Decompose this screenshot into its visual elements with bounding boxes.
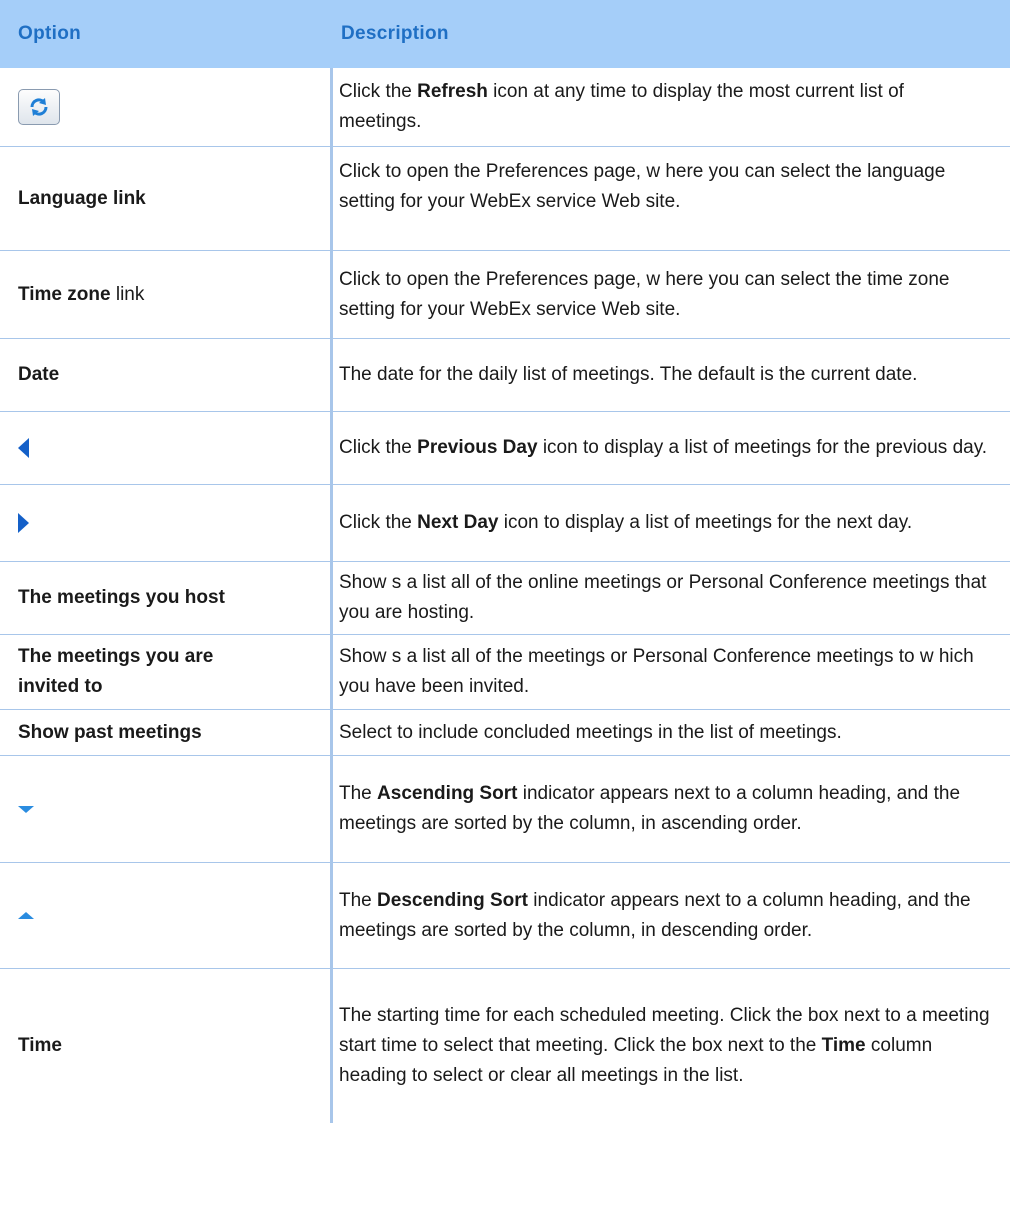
description-text: Click the Previous Day icon to display a… xyxy=(339,437,988,458)
description-cell: Click to open the Preferences page, w he… xyxy=(333,147,1010,250)
show-past-meetings-label: Show past meetings xyxy=(18,721,202,743)
option-column-header: Option xyxy=(18,23,82,44)
description-cell: Click the Previous Day icon to display a… xyxy=(333,412,1010,484)
refresh-icon[interactable] xyxy=(18,89,60,125)
options-table: Option Description Click the Refresh ico… xyxy=(0,0,1010,1123)
table-row: The Ascending Sort indicator appears nex… xyxy=(0,756,1010,863)
description-text: The Ascending Sort indicator appears nex… xyxy=(339,783,961,834)
description-cell: Click the Refresh icon at any time to di… xyxy=(333,68,1010,146)
language-link[interactable]: Language link xyxy=(18,188,146,210)
table-row: Language link Click to open the Preferen… xyxy=(0,147,1010,251)
table-row: Click the Previous Day icon to display a… xyxy=(0,412,1010,485)
descending-sort-icon xyxy=(18,912,34,919)
table-header-row: Option Description xyxy=(0,0,1010,68)
option-cell: Date xyxy=(0,339,333,411)
description-text: The date for the daily list of meetings.… xyxy=(339,364,918,385)
description-cell: The Descending Sort indicator appears ne… xyxy=(333,863,1010,968)
next-day-icon[interactable] xyxy=(18,513,29,533)
description-cell: The starting time for each scheduled mee… xyxy=(333,969,1010,1123)
meetings-you-host-label: The meetings you host xyxy=(18,587,225,608)
table-row: The meetings you host Show s a list all … xyxy=(0,562,1010,635)
table-row: The Descending Sort indicator appears ne… xyxy=(0,863,1010,969)
option-cell: Language link xyxy=(0,147,333,250)
table-row: The meetings you are invited to Show s a… xyxy=(0,635,1010,710)
description-cell: Click the Next Day icon to display a lis… xyxy=(333,485,1010,561)
description-column-header: Description xyxy=(341,23,449,44)
option-cell xyxy=(0,68,333,146)
description-text: Click the Next Day icon to display a lis… xyxy=(339,512,913,533)
option-cell xyxy=(0,412,333,484)
previous-day-icon[interactable] xyxy=(18,438,29,458)
option-cell xyxy=(0,485,333,561)
option-cell: The meetings you host xyxy=(0,562,333,634)
description-text: The Descending Sort indicator appears ne… xyxy=(339,889,971,941)
date-label: Date xyxy=(18,364,60,385)
option-cell: The meetings you are invited to xyxy=(0,635,333,709)
time-zone-link[interactable]: Time zone link xyxy=(18,284,144,306)
description-text: Show s a list all of the online meetings… xyxy=(339,572,987,623)
table-row: Show past meetings Select to include con… xyxy=(0,710,1010,756)
description-cell: The date for the daily list of meetings.… xyxy=(333,339,1010,411)
description-cell: Show s a list all of the online meetings… xyxy=(333,562,1010,634)
description-cell: Select to include concluded meetings in … xyxy=(333,710,1010,755)
description-text: Click to open the Preferences page, w he… xyxy=(339,161,946,212)
table-row: Time The starting time for each schedule… xyxy=(0,969,1010,1123)
description-text: Click the Refresh icon at any time to di… xyxy=(339,81,904,132)
meetings-invited-to-label: The meetings you are invited to xyxy=(18,646,214,697)
description-text: Select to include concluded meetings in … xyxy=(339,721,842,743)
option-cell: Show past meetings xyxy=(0,710,333,755)
description-cell: The Ascending Sort indicator appears nex… xyxy=(333,756,1010,862)
table-row: Time zone link Click to open the Prefere… xyxy=(0,251,1010,339)
option-cell: Time zone link xyxy=(0,251,333,338)
table-row: Click the Next Day icon to display a lis… xyxy=(0,485,1010,562)
option-cell xyxy=(0,863,333,968)
option-cell xyxy=(0,756,333,862)
ascending-sort-icon xyxy=(18,805,34,813)
description-text: Click to open the Preferences page, w he… xyxy=(339,268,950,320)
description-text: Show s a list all of the meetings or Per… xyxy=(339,646,974,697)
description-cell: Show s a list all of the meetings or Per… xyxy=(333,635,1010,709)
option-cell: Time xyxy=(0,969,333,1123)
time-label: Time xyxy=(18,1035,63,1056)
description-cell: Click to open the Preferences page, w he… xyxy=(333,251,1010,338)
table-row: Date The date for the daily list of meet… xyxy=(0,339,1010,412)
description-text: The starting time for each scheduled mee… xyxy=(339,1005,990,1086)
table-row: Click the Refresh icon at any time to di… xyxy=(0,68,1010,147)
